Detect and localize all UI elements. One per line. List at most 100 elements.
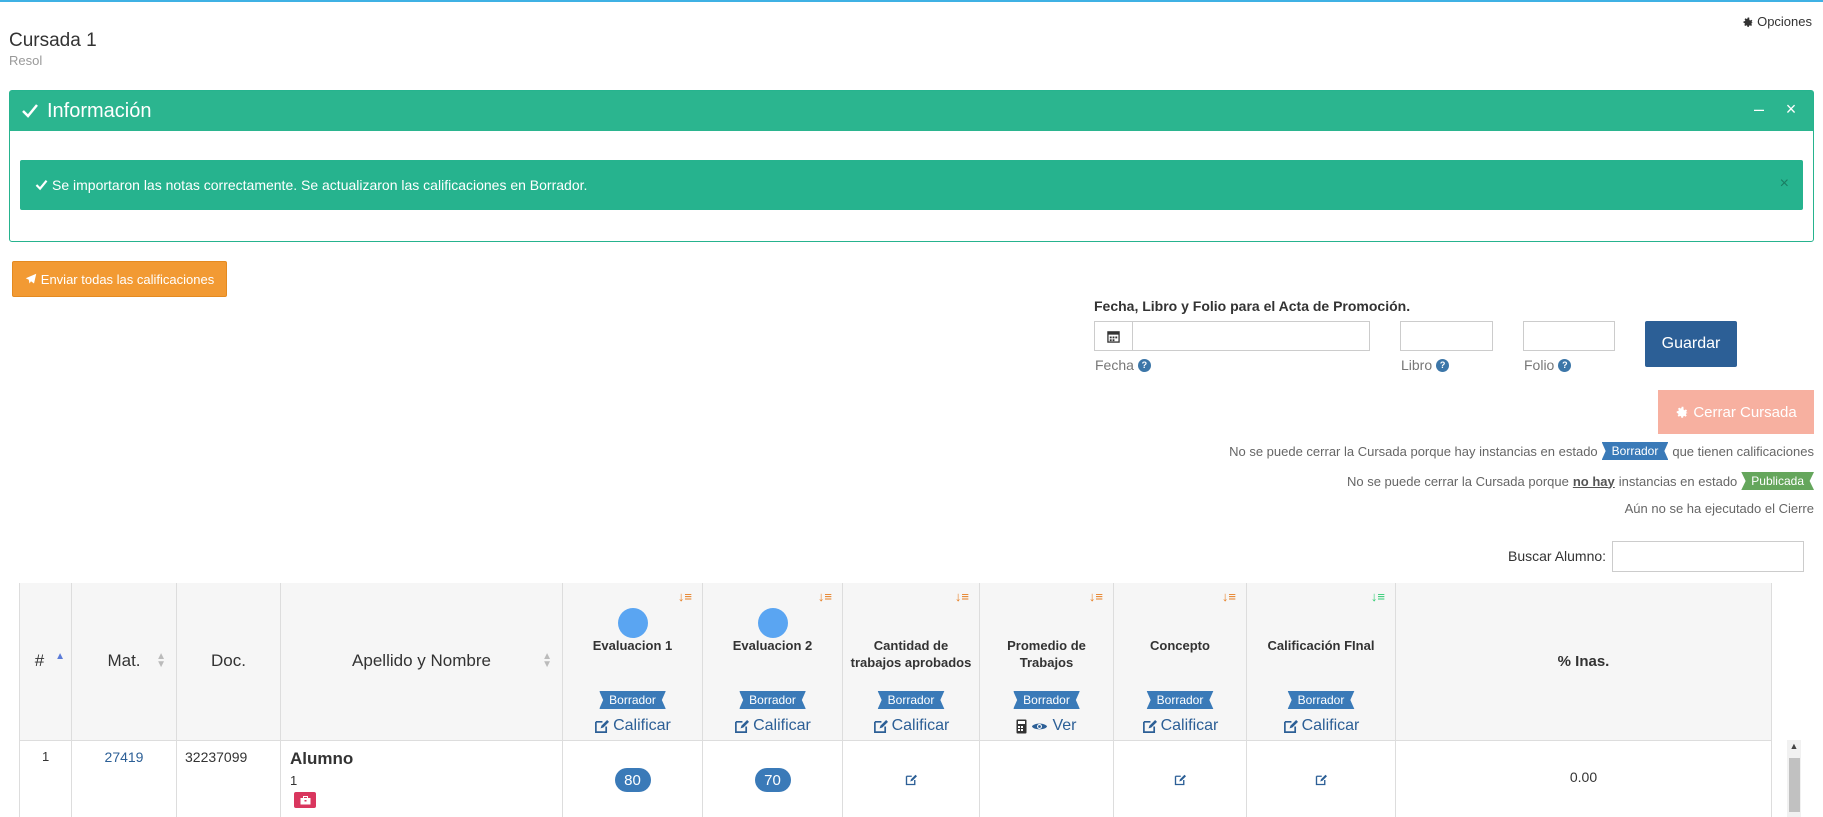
fecha-label: Fecha ?: [1095, 357, 1151, 373]
calificar-label: Calificar: [753, 717, 811, 734]
sort-icon: ▲ ▼: [542, 651, 552, 670]
col-header-final-label: Calificación FInal: [1267, 638, 1375, 653]
close-panel-button[interactable]: ×: [1781, 99, 1801, 120]
calculator-icon: [1016, 719, 1027, 733]
note-borrador-suffix: que tienen calificaciones: [1672, 443, 1814, 459]
success-alert: Se importaron las notas correctamente. S…: [20, 160, 1803, 210]
check-icon: [22, 104, 38, 118]
alert-close-button[interactable]: ×: [1780, 175, 1789, 193]
row-cell-ev1: 80: [563, 741, 703, 817]
fecha-input[interactable]: [1133, 322, 1369, 350]
col-header-cantidad-line1: Cantidad de: [873, 638, 949, 653]
status-tag-borrador: Borrador: [1013, 691, 1080, 709]
calendar-icon: [1107, 330, 1120, 343]
gear-icon: [1743, 17, 1754, 27]
minimize-button[interactable]: –: [1749, 99, 1769, 120]
alert-message: Se importaron las notas correctamente. S…: [52, 177, 588, 193]
briefcase-icon-glyph: [300, 795, 310, 804]
edit-icon: [873, 719, 888, 733]
send-all-grades-button[interactable]: Enviar todas las calificaciones: [12, 261, 227, 297]
status-tag-borrador: Borrador: [599, 691, 666, 709]
col-header-promedio-line2: Trabajos: [1019, 655, 1074, 670]
acta-title: Fecha, Libro y Folio para el Acta de Pro…: [1094, 298, 1411, 314]
col-header-cantidad-line2: trabajos aprobados: [850, 655, 972, 670]
eye-icon: [1032, 723, 1048, 729]
edit-icon[interactable]: [905, 774, 917, 786]
sort-amount-icon[interactable]: ↓≡: [678, 589, 692, 604]
libro-input[interactable]: [1400, 321, 1493, 351]
col-header-doc-label: Doc.: [211, 651, 246, 670]
folio-input[interactable]: [1523, 321, 1615, 351]
search-input[interactable]: [1612, 541, 1804, 572]
calificar-button[interactable]: Calificar: [1114, 717, 1246, 735]
ver-button[interactable]: Ver: [980, 717, 1113, 735]
check-icon: [35, 179, 48, 191]
col-header-name[interactable]: Apellido y Nombre ▲ ▼: [281, 583, 563, 741]
calificar-label: Calificar: [613, 717, 671, 734]
calificar-label: Calificar: [1160, 717, 1219, 734]
folio-label-text: Folio: [1524, 357, 1555, 373]
col-header-concepto-label: Concepto: [1150, 638, 1210, 653]
edit-icon: [595, 719, 610, 733]
edit-icon: [735, 719, 750, 733]
status-tag-borrador: Borrador: [1287, 691, 1355, 709]
inasistencia-value: 0.00: [1569, 769, 1598, 785]
col-header-inas: % Inas.: [1396, 583, 1772, 741]
row-cell-mat: 27419: [72, 741, 177, 817]
note-borrador: No se puede cerrar la Cursada porque hay…: [1229, 442, 1814, 460]
table-row: 1: [20, 741, 72, 817]
col-header-ev2: ↓≡ Evaluacion 2 Borrador Calificar: [703, 583, 843, 741]
edit-icon[interactable]: [1174, 774, 1186, 786]
info-panel-title: Información: [47, 99, 152, 122]
col-header-num[interactable]: # ▲: [20, 583, 72, 741]
page-title: Cursada 1: [9, 30, 97, 51]
scrollbar-thumb[interactable]: [1789, 758, 1800, 812]
col-header-promedio-line1: Promedio de: [1007, 638, 1086, 653]
col-header-concepto: ↓≡ Concepto Borrador Calificar: [1114, 583, 1247, 741]
sort-amount-icon[interactable]: ↓≡: [1222, 589, 1236, 604]
sort-amount-icon[interactable]: ↓≡: [1089, 589, 1103, 604]
row-cell-promedio: [980, 741, 1114, 817]
sort-amount-icon[interactable]: ↓≡: [818, 589, 832, 604]
help-icon[interactable]: ?: [1558, 358, 1572, 372]
ver-label: Ver: [1052, 717, 1077, 734]
status-tag-borrador: Borrador: [739, 691, 806, 709]
help-icon[interactable]: ?: [1137, 358, 1151, 372]
calificar-button[interactable]: Calificar: [843, 717, 979, 735]
status-tag-publicada: Publicada: [1741, 472, 1814, 490]
libro-label: Libro ?: [1401, 357, 1450, 373]
col-header-ev1: ↓≡ Evaluacion 1 Borrador Calificar: [563, 583, 703, 741]
calificar-button[interactable]: Calificar: [1247, 717, 1395, 735]
row-cell-cantidad: [843, 741, 980, 817]
grade-badge[interactable]: 80: [614, 768, 651, 792]
scroll-up-button[interactable]: ▲: [1787, 741, 1801, 755]
edit-icon[interactable]: [1315, 774, 1327, 786]
evaluation-indicator: [617, 608, 648, 638]
calendar-button[interactable]: [1095, 322, 1133, 350]
grade-badge[interactable]: 70: [754, 768, 791, 792]
page-subtitle: Resol: [9, 53, 43, 68]
calificar-button[interactable]: Calificar: [563, 717, 702, 735]
col-header-num-label: #: [34, 651, 45, 670]
col-header-doc: Doc.: [177, 583, 281, 741]
matricula-link[interactable]: 27419: [72, 749, 176, 765]
close-cursada-button[interactable]: Cerrar Cursada: [1658, 390, 1814, 434]
col-header-ev2-label: Evaluacion 2: [732, 638, 813, 653]
sort-icon: ▲ ▼: [156, 651, 166, 670]
calificar-button[interactable]: Calificar: [703, 717, 842, 735]
row-cell-inas: 0.00: [1396, 741, 1772, 817]
sort-amount-icon[interactable]: ↓≡: [1371, 589, 1385, 604]
col-header-mat[interactable]: Mat. ▲ ▼: [72, 583, 177, 741]
briefcase-icon[interactable]: [294, 792, 316, 808]
save-button[interactable]: Guardar: [1645, 321, 1737, 367]
help-icon[interactable]: ?: [1436, 358, 1450, 372]
options-button[interactable]: Opciones: [1742, 14, 1812, 29]
student-name-sub: 1: [290, 773, 298, 788]
row-cell-final: [1247, 741, 1396, 817]
sort-amount-icon[interactable]: ↓≡: [955, 589, 969, 604]
sort-asc-icon: ▲: [55, 651, 65, 662]
student-name: Alumno: [290, 749, 354, 768]
status-tag-borrador: Borrador: [1601, 442, 1669, 460]
evaluation-indicator: [757, 608, 788, 638]
calificar-label: Calificar: [891, 717, 950, 734]
